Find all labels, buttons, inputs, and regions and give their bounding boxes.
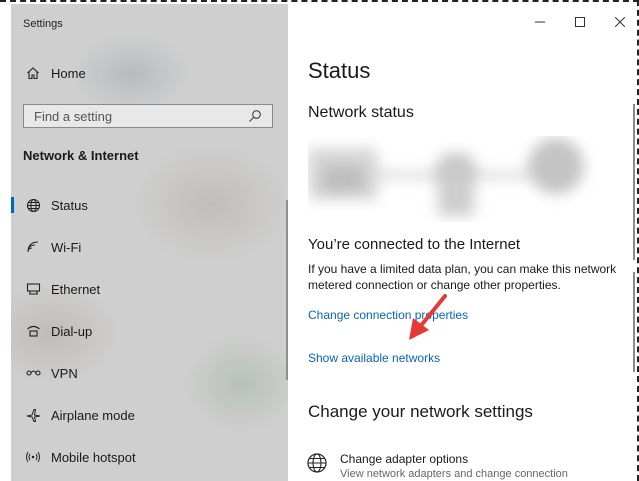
network-status-graphic — [308, 138, 584, 216]
search-icon[interactable] — [248, 109, 266, 123]
sidebar-item-label: Airplane mode — [51, 407, 135, 423]
description-line-2: metered connection or change other prope… — [308, 278, 561, 292]
maximize-icon — [575, 17, 585, 27]
search-input[interactable] — [24, 107, 236, 125]
ethernet-icon — [23, 282, 43, 296]
annotation-arrow — [409, 294, 447, 340]
show-available-networks-link[interactable]: Show available networks — [308, 351, 440, 365]
sidebar-item-mobile-hotspot[interactable]: Mobile hotspot — [11, 442, 288, 472]
sidebar-item-dialup[interactable]: Dial-up — [11, 316, 288, 346]
main-scrollbar[interactable] — [633, 104, 635, 260]
maximize-button[interactable] — [562, 10, 598, 34]
globe-icon — [23, 198, 43, 213]
sidebar-item-label: Dial-up — [51, 323, 93, 339]
connected-heading: You’re connected to the Internet — [308, 236, 521, 253]
airplane-icon — [23, 408, 43, 423]
sidebar-item-wifi[interactable]: Wi-Fi — [11, 232, 288, 262]
network-status-heading: Network status — [308, 104, 414, 121]
sidebar-item-label: Mobile hotspot — [51, 449, 136, 465]
sidebar-item-label: Ethernet — [51, 281, 101, 297]
sidebar-item-label: Wi-Fi — [51, 239, 82, 255]
main-scrollbar-lower[interactable] — [633, 272, 635, 372]
adapter-option-subtitle: View network adapters and change connect… — [340, 468, 568, 480]
page-title: Status — [308, 58, 371, 83]
sidebar-item-home[interactable]: Home — [11, 58, 288, 88]
network-adapter-icon — [306, 452, 330, 481]
section-title: Network & Internet — [23, 148, 139, 163]
main-content: Status Network status You’re connected t… — [288, 0, 639, 481]
sidebar-item-airplane-mode[interactable]: Airplane mode — [11, 400, 288, 430]
app-title: Settings — [23, 18, 63, 30]
sidebar-item-label: Home — [51, 65, 86, 81]
minimize-icon — [535, 21, 545, 23]
vpn-icon — [23, 367, 43, 379]
change-network-settings-heading: Change your network settings — [308, 402, 533, 421]
adapter-option-title: Change adapter options — [340, 452, 469, 466]
sidebar-item-label: Status — [51, 197, 88, 213]
close-button[interactable] — [602, 10, 638, 34]
description-line-1: If you have a limited data plan, you can… — [308, 262, 617, 276]
dialup-icon — [23, 324, 43, 338]
hotspot-icon — [23, 450, 43, 464]
wifi-icon — [23, 240, 43, 254]
sidebar-item-vpn[interactable]: VPN — [11, 358, 288, 388]
sidebar-item-status[interactable]: Status — [11, 190, 288, 220]
sidebar-item-label: VPN — [51, 365, 78, 381]
search-box[interactable] — [23, 104, 273, 128]
close-icon — [615, 17, 625, 27]
change-adapter-options[interactable]: Change adapter options View network adap… — [306, 452, 626, 481]
minimize-button[interactable] — [522, 10, 558, 34]
sidebar-item-ethernet[interactable]: Ethernet — [11, 274, 288, 304]
sidebar: Settings Home Network & Internet Status … — [11, 4, 288, 481]
connection-description: If you have a limited data plan, you can… — [308, 261, 626, 293]
home-icon — [23, 66, 43, 80]
